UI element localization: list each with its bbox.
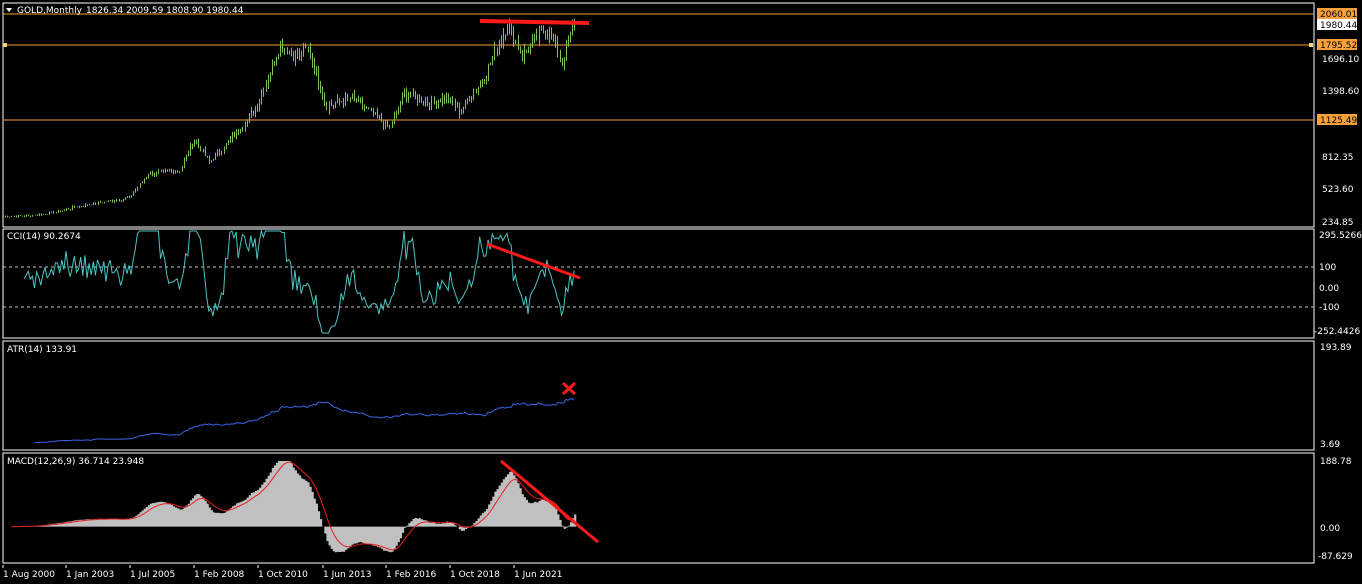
- time-axis-label: 1 Oct 2010: [258, 570, 308, 580]
- atr-axis-label: 3.69: [1320, 440, 1340, 450]
- cci-plot: [3, 229, 1314, 334]
- ohlc-values: 1826.34 2009.59 1808.90 1980.44: [86, 6, 244, 16]
- cci-axis-label: 295.5266: [1319, 231, 1362, 241]
- cci-axis-label: -100: [1319, 303, 1340, 313]
- level-anchor-left[interactable]: [3, 43, 7, 47]
- candle-bars: [3, 18, 575, 218]
- x-mark-icon[interactable]: [561, 381, 577, 396]
- time-axis-label: 1 Jun 2013: [323, 570, 371, 580]
- atr-plot: [34, 381, 577, 444]
- price-axis-label: 1398.60: [1322, 87, 1359, 97]
- resistance-trendline[interactable]: [479, 19, 590, 25]
- time-axis-label: 1 Oct 2018: [450, 570, 500, 580]
- price-tag-1795: 1795.52: [1320, 41, 1357, 51]
- price-axis-label: 234.85: [1322, 218, 1354, 228]
- atr-line: [34, 398, 575, 444]
- cci-axis-label: 0.00: [1319, 284, 1339, 294]
- cci-header: CCI(14) 90.2674: [7, 232, 81, 242]
- cci-axis-label: 100: [1319, 263, 1336, 273]
- atr-axis-label: 193.89: [1320, 343, 1352, 353]
- main-plot: [3, 13, 1314, 218]
- time-axis-label: 1 Jun 2021: [514, 570, 562, 580]
- time-axis-label: 1 Feb 2008: [194, 570, 245, 580]
- cci-panel-frame: [2, 228, 1315, 339]
- price-axis-label: 812.35: [1322, 153, 1354, 163]
- cci-axis-label: -252.4426: [1314, 327, 1360, 337]
- price-tag-2060: 2060.01: [1320, 10, 1357, 20]
- macd-axis-label: 188.78: [1320, 457, 1352, 467]
- time-axis-label: 1 Jan 2003: [66, 570, 114, 580]
- level-anchor-right[interactable]: [1309, 43, 1313, 47]
- time-axis-label: 1 Aug 2000: [3, 570, 55, 580]
- macd-plot: [11, 459, 599, 553]
- price-tag-1980: 1980.44: [1320, 21, 1357, 31]
- price-tag-1125: 1125.49: [1320, 116, 1357, 126]
- collapse-triangle-icon[interactable]: [6, 8, 12, 12]
- main-panel-frame: [2, 2, 1315, 228]
- macd-header: MACD(12,26,9) 36.714 23.948: [7, 457, 144, 467]
- macd-axis-label: 0.00: [1320, 524, 1340, 534]
- price-axis-label: 1696.10: [1322, 55, 1359, 65]
- time-axis: 1 Aug 2000 1 Jan 2003 1 Jul 2005 1 Feb 2…: [2, 565, 562, 580]
- time-axis-label: 1 Feb 2016: [386, 570, 437, 580]
- macd-axis-label: -87.629: [1318, 552, 1353, 562]
- macd-histogram: [11, 461, 577, 553]
- time-axis-label: 1 Jul 2005: [130, 570, 175, 580]
- price-axis-label: 523.60: [1322, 185, 1354, 195]
- symbol-label: GOLD,Monthly: [17, 6, 83, 16]
- cci-divergence-line[interactable]: [486, 242, 581, 280]
- atr-header: ATR(14) 133.91: [7, 345, 77, 355]
- atr-panel-frame: [2, 340, 1315, 451]
- chart-canvas[interactable]: GOLD,Monthly 1826.34 2009.59 1808.90 198…: [0, 0, 1362, 584]
